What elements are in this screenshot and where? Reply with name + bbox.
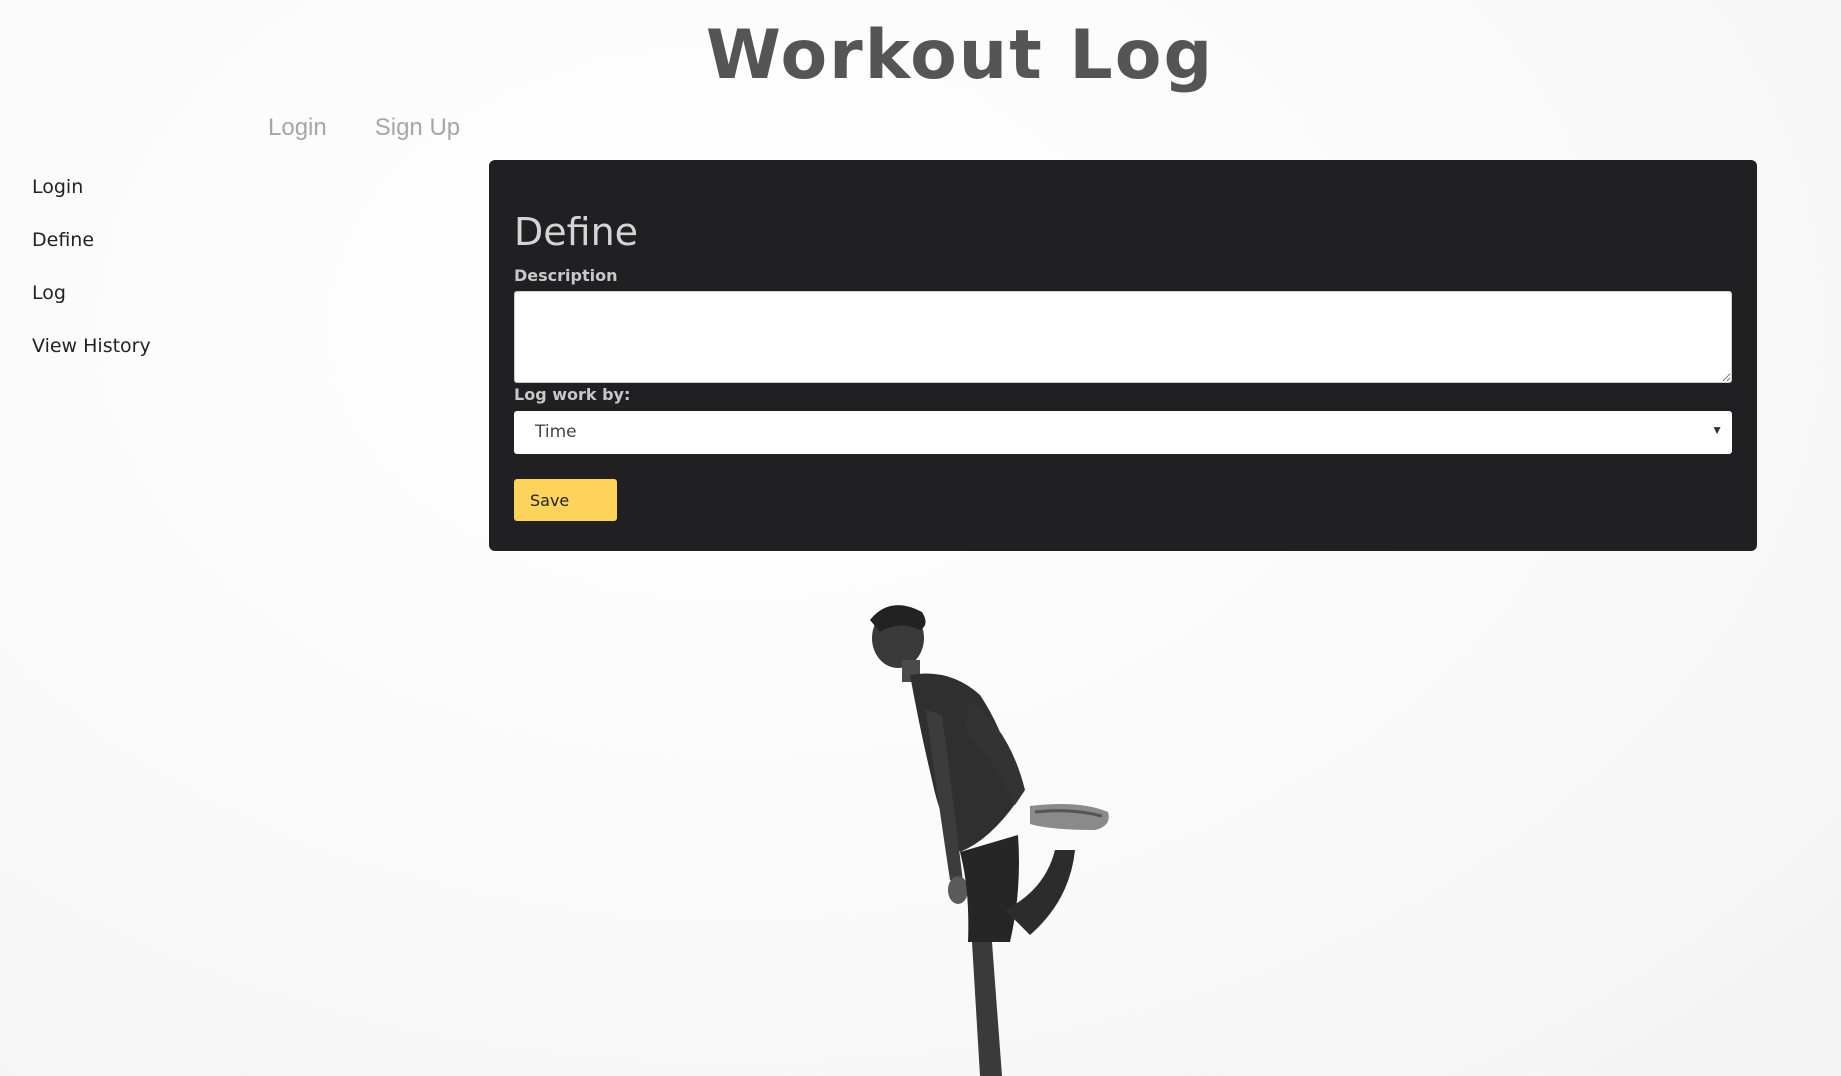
top-nav: Login Sign Up <box>268 114 460 142</box>
log-by-select[interactable]: Time ▼ <box>514 411 1732 454</box>
chevron-down-icon: ▼ <box>1711 423 1723 437</box>
description-textarea[interactable] <box>514 291 1732 383</box>
sidebar-item-log[interactable]: Log <box>32 278 151 331</box>
description-label: Description <box>514 266 618 285</box>
log-by-label: Log work by: <box>514 385 631 404</box>
sidebar: Login Define Log View History <box>32 172 151 384</box>
sidebar-item-login[interactable]: Login <box>32 172 151 225</box>
define-panel-title: Define <box>514 210 639 254</box>
page-title: Workout Log <box>705 16 1215 95</box>
sidebar-item-view-history[interactable]: View History <box>32 331 151 384</box>
sidebar-item-define[interactable]: Define <box>32 225 151 278</box>
stretching-man-photo <box>870 605 1109 1076</box>
top-nav-signup-link[interactable]: Sign Up <box>375 114 460 142</box>
log-by-selected-value: Time <box>535 422 577 442</box>
top-nav-login-link[interactable]: Login <box>268 114 327 142</box>
save-button[interactable]: Save <box>514 479 617 521</box>
define-panel: Define Description Log work by: Time ▼ S… <box>489 160 1757 551</box>
